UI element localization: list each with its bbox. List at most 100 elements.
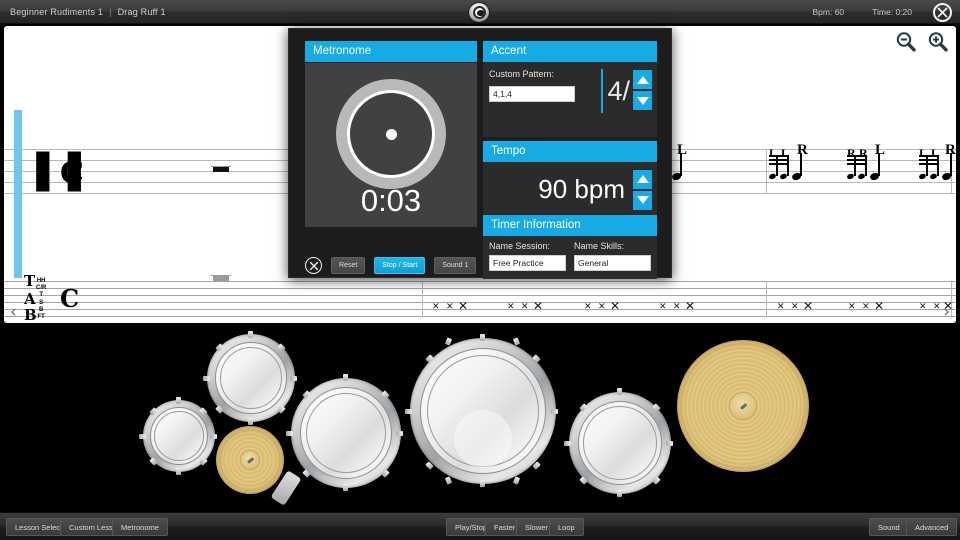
barline <box>766 281 767 318</box>
tab-whole-rest <box>211 274 231 281</box>
accent-panel: Accent Custom Pattern: 4/ <box>483 41 657 137</box>
time-readout: Time: 0:20 <box>872 7 912 17</box>
chevron-up-icon <box>636 175 649 183</box>
zoom-in-icon[interactable] <box>926 30 950 54</box>
accent-increment-button[interactable] <box>633 70 652 89</box>
tab-letter-t: T <box>24 272 36 290</box>
sticking-mark: L <box>875 142 886 158</box>
drum-kit: ST MT H <box>0 326 960 512</box>
scroll-next-button[interactable]: › <box>943 304 950 321</box>
accent-divider <box>601 69 604 113</box>
tempo-title: Tempo <box>483 141 657 162</box>
breadcrumb-separator: | <box>109 7 112 17</box>
chevron-up-icon <box>636 75 649 84</box>
metronome-display[interactable]: 0:03 <box>305 63 477 227</box>
tab-x-note: ✕ <box>803 299 814 313</box>
drum-snare[interactable] <box>286 374 403 491</box>
advanced-button[interactable]: Advanced <box>906 518 958 536</box>
tab-x-note: ✕ <box>874 299 885 313</box>
metronome-elapsed-time: 0:03 <box>360 183 422 218</box>
tab-x-note: ✕ <box>610 299 621 313</box>
tab-row-labels: HH C/R T S B FT <box>36 278 47 321</box>
status-readouts: Bpm: 60 Time: 0:20 <box>813 0 913 24</box>
sound-button[interactable]: Sound <box>869 518 909 536</box>
tab-letter-a: A <box>24 290 36 308</box>
tab-x-note: ✕ <box>458 299 469 313</box>
tempo-stepper <box>633 169 652 210</box>
tab-x-note: ✕ <box>685 299 696 313</box>
chevron-down-icon <box>636 196 649 204</box>
sticking-mark: R <box>945 142 956 158</box>
metronome-dial <box>336 79 446 189</box>
name-session-input[interactable] <box>489 255 566 271</box>
tempo-value: 90 bpm <box>538 173 625 204</box>
whole-rest <box>211 165 231 172</box>
drum-small-tom[interactable] <box>139 397 217 475</box>
sticking-mark: L <box>931 146 940 160</box>
tab-x-note: ✕ <box>598 301 606 311</box>
cymbal-hihat[interactable] <box>216 426 284 494</box>
sticking-mark: L <box>919 146 928 160</box>
accent-title: Accent <box>483 41 657 62</box>
sticking-mark: R <box>797 142 808 158</box>
custom-pattern-input[interactable] <box>489 86 575 102</box>
timer-information-panel: Timer Information Name Session: Name Ski… <box>483 215 657 279</box>
top-bar: Beginner Rudiments 1 | Drag Ruff 1 Bpm: … <box>0 0 960 24</box>
barline <box>422 281 423 318</box>
cymbal-ride[interactable] <box>677 340 809 472</box>
breadcrumb: Beginner Rudiments 1 | Drag Ruff 1 <box>10 0 166 24</box>
tab-common-time-clef: C <box>60 284 80 313</box>
metronome-dialog: Metronome 0:03 Reset Stop / Start Sound … <box>288 28 672 279</box>
sticking-mark: L <box>781 146 790 160</box>
sticking-mark: R <box>859 146 868 160</box>
drum-trainer-app: Beginner Rudiments 1 | Drag Ruff 1 Bpm: … <box>0 0 960 540</box>
tab-x-note: ✕ <box>659 301 667 311</box>
tab-x-note: ✕ <box>584 301 592 311</box>
tab-x-note: ✕ <box>848 301 856 311</box>
metronome-stop-start-button[interactable]: Stop / Start <box>374 257 426 274</box>
tab-x-note: ✕ <box>521 301 529 311</box>
loop-button[interactable]: Loop <box>549 518 584 536</box>
tab-x-note: ✕ <box>673 301 681 311</box>
tab-x-note: ✕ <box>507 301 515 311</box>
sticking-mark: L <box>677 142 688 158</box>
accent-decrement-button[interactable] <box>633 91 652 110</box>
accent-stepper <box>633 70 652 110</box>
name-session-label: Name Session: <box>489 241 551 251</box>
scroll-prev-button[interactable]: ‹ <box>10 304 17 321</box>
playhead-marker <box>14 110 22 278</box>
tab-x-note: ✕ <box>777 301 785 311</box>
tab-x-note: ✕ <box>933 301 941 311</box>
drum-bass[interactable] <box>405 334 558 487</box>
tempo-increment-button[interactable] <box>633 169 652 189</box>
common-time-clef: C <box>60 156 84 191</box>
metronome-sound-button[interactable]: Sound 1 <box>434 257 477 274</box>
bottom-toolbar: Lesson Selector Custom Lesson Metronome … <box>0 512 960 540</box>
tab-x-note: ✕ <box>791 301 799 311</box>
tab-x-note: ✕ <box>432 301 440 311</box>
bpm-readout: Bpm: 60 <box>812 7 845 17</box>
sticking-mark: L <box>769 146 778 160</box>
metronome-reset-button[interactable]: Reset <box>331 257 366 274</box>
metronome-button[interactable]: Metronome <box>112 518 168 536</box>
drum-floor-tom[interactable] <box>564 388 673 497</box>
tab-x-note: ✕ <box>533 299 544 313</box>
timer-information-title: Timer Information <box>483 215 657 236</box>
tempo-decrement-button[interactable] <box>633 190 652 210</box>
chevron-down-icon <box>636 96 649 105</box>
tab-x-note: ✕ <box>446 301 454 311</box>
zoom-out-icon[interactable] <box>894 30 918 54</box>
name-skills-input[interactable] <box>574 255 651 271</box>
close-icon[interactable] <box>933 3 952 22</box>
tab-staff <box>4 281 956 318</box>
breadcrumb-exercise: Drag Ruff 1 <box>117 7 166 17</box>
app-logo-icon <box>468 2 490 23</box>
custom-pattern-label: Custom Pattern: <box>489 69 555 79</box>
sheet-zoom-controls <box>894 30 950 54</box>
name-skills-label: Name Skills: <box>574 241 625 251</box>
time-signature-value: 4/ <box>607 76 630 106</box>
drum-mid-tom[interactable] <box>203 331 297 425</box>
sticking-mark: R <box>847 146 856 160</box>
metronome-close-icon[interactable] <box>305 257 322 274</box>
metronome-title: Metronome <box>305 41 477 62</box>
